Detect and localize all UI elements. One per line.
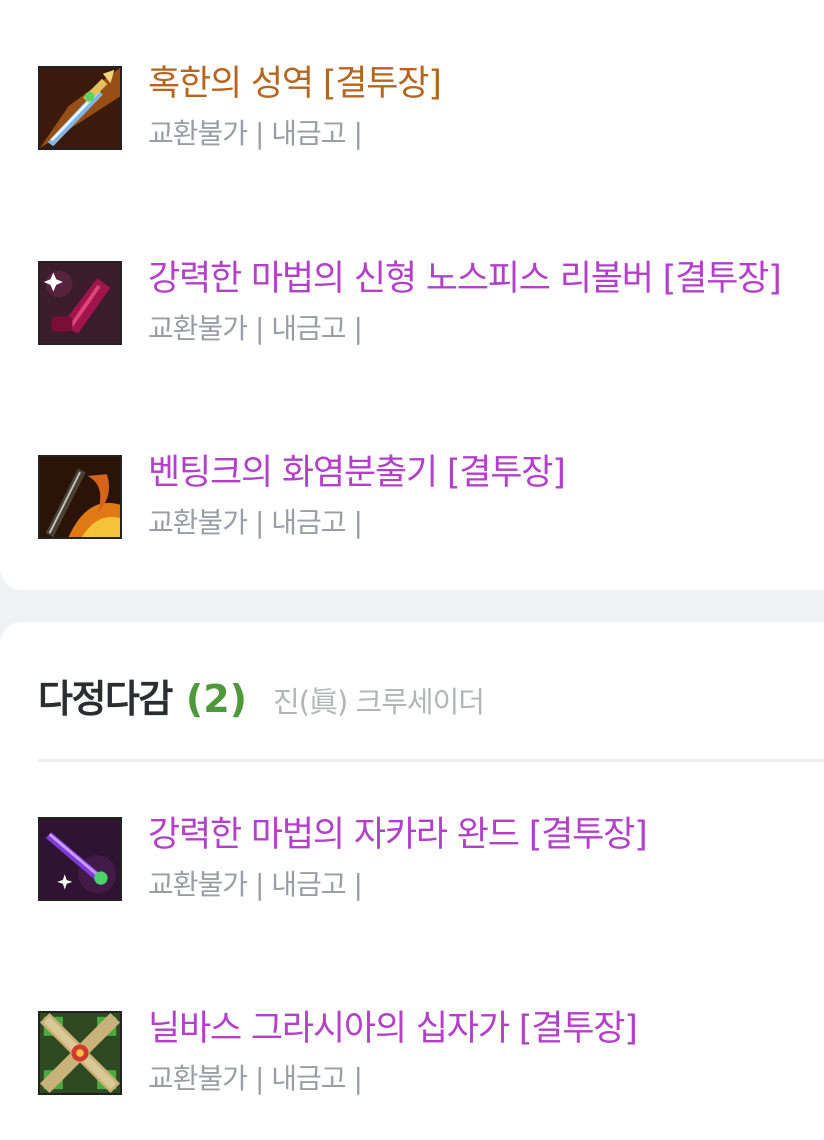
list-item[interactable]: 혹한의 성역 [결투장] 교환불가 | 내금고 | bbox=[38, 64, 824, 156]
list-item[interactable]: 강력한 마법의 자카라 완드 [결투장] 교환불가 | 내금고 | bbox=[38, 815, 824, 907]
item-tags: 교환불가 | 내금고 | bbox=[148, 1062, 363, 1095]
item-name[interactable]: 닐바스 그라시아의 십자가 [결투장] bbox=[148, 1007, 638, 1051]
divider bbox=[38, 759, 824, 762]
list-item[interactable]: 닐바스 그라시아의 십자가 [결투장] 교환불가 | 내금고 | bbox=[38, 1009, 824, 1101]
item-tags: 교환불가 | 내금고 | bbox=[148, 117, 363, 150]
item-name[interactable]: 강력한 마법의 신형 노스피스 리볼버 [결투장] bbox=[148, 257, 782, 301]
flamethrower-icon bbox=[38, 455, 122, 539]
revolver-icon bbox=[38, 261, 122, 345]
item-tags: 교환불가 | 내금고 | bbox=[148, 506, 363, 539]
item-name[interactable]: 강력한 마법의 자카라 완드 [결투장] bbox=[148, 813, 648, 857]
set-count: (2) bbox=[185, 677, 248, 721]
list-item[interactable]: 강력한 마법의 신형 노스피스 리볼버 [결투장] 교환불가 | 내금고 | bbox=[38, 259, 824, 351]
set-title: 다정다감 bbox=[38, 677, 173, 721]
item-name[interactable]: 혹한의 성역 [결투장] bbox=[148, 62, 442, 106]
set-header: 다정다감 (2) 진(眞) 크루세이더 bbox=[38, 668, 485, 721]
cross-icon bbox=[38, 1011, 122, 1095]
ice-sword-icon bbox=[38, 66, 122, 150]
set-class: 진(眞) 크루세이더 bbox=[273, 685, 485, 719]
list-item[interactable]: 벤팅크의 화염분출기 [결투장] 교환불가 | 내금고 | bbox=[38, 453, 824, 545]
wand-icon bbox=[38, 817, 122, 901]
item-name[interactable]: 벤팅크의 화염분출기 [결투장] bbox=[148, 451, 566, 495]
item-tags: 교환불가 | 내금고 | bbox=[148, 312, 363, 345]
item-tags: 교환불가 | 내금고 | bbox=[148, 868, 363, 901]
